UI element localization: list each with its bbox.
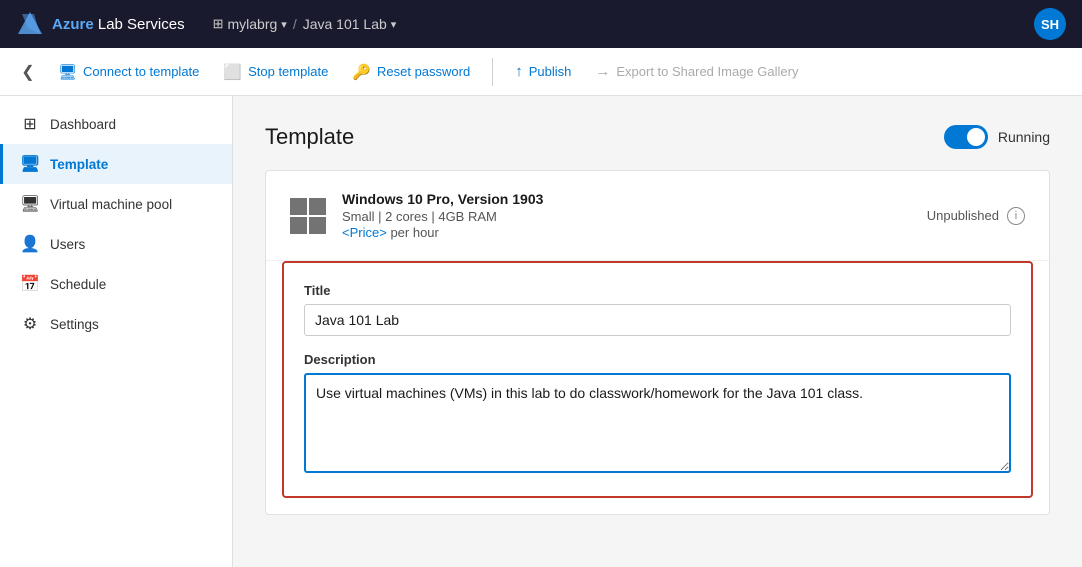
main-layout: ⊞ Dashboard 🖥 Template 🖥 Virtual machine… [0, 96, 1082, 567]
edit-form: Title Description [282, 261, 1033, 498]
toolbar: ❮ 🖥 Connect to template ⬜ Stop template … [0, 48, 1082, 96]
sidebar-collapse-button[interactable]: ❮ [12, 56, 44, 88]
stop-icon: ⬜ [223, 63, 242, 81]
vm-info-left: Windows 10 Pro, Version 1903 Small | 2 c… [290, 191, 543, 240]
breadcrumb-resource-group[interactable]: ⊞ mylabrg ▾ [213, 16, 287, 32]
chevron-down-icon: ▾ [281, 18, 287, 31]
description-textarea[interactable] [304, 373, 1011, 473]
vm-details: Windows 10 Pro, Version 1903 Small | 2 c… [342, 191, 543, 240]
azure-logo-icon [16, 10, 44, 38]
windows-logo-icon [290, 198, 326, 234]
running-status-label: Running [998, 129, 1050, 145]
toolbar-divider [492, 58, 493, 86]
stop-template-button[interactable]: ⬜ Stop template [213, 57, 338, 87]
status-info-icon[interactable]: i [1007, 207, 1025, 225]
sidebar-item-template[interactable]: 🖥 Template [0, 144, 232, 184]
export-icon: → [595, 63, 610, 80]
user-avatar[interactable]: SH [1034, 8, 1066, 40]
breadcrumb-lab[interactable]: Java 101 Lab ▾ [303, 16, 397, 32]
running-toggle-group: Running [944, 125, 1050, 149]
vm-status: Unpublished i [927, 207, 1025, 225]
main-content: Template Running Windows 10 Pro, Version… [233, 96, 1082, 567]
vm-info-row: Windows 10 Pro, Version 1903 Small | 2 c… [266, 171, 1049, 261]
description-form-group: Description [304, 352, 1011, 476]
unpublished-label: Unpublished [927, 208, 999, 223]
schedule-icon: 📅 [20, 274, 40, 294]
users-icon: 👤 [20, 234, 40, 254]
page-title: Template [265, 124, 354, 150]
brand-name: Azure Lab Services [52, 16, 185, 33]
publish-button[interactable]: ↑ Publish [505, 57, 581, 86]
upload-icon: ↑ [515, 63, 523, 80]
vm-spec: Small | 2 cores | 4GB RAM [342, 209, 543, 224]
sidebar: ⊞ Dashboard 🖥 Template 🖥 Virtual machine… [0, 96, 233, 567]
reset-password-button[interactable]: 🔑 Reset password [342, 57, 480, 87]
title-input[interactable] [304, 304, 1011, 336]
breadcrumb: ⊞ mylabrg ▾ / Java 101 Lab ▾ [213, 16, 397, 32]
dashboard-icon: ⊞ [20, 114, 40, 134]
sidebar-item-vm-pool[interactable]: 🖥 Virtual machine pool [0, 184, 232, 224]
page-header: Template Running [265, 124, 1050, 150]
vm-price: <Price> per hour [342, 225, 543, 240]
monitor-icon: 🖥 [58, 63, 77, 81]
template-icon: 🖥 [20, 154, 40, 174]
connect-to-template-button[interactable]: 🖥 Connect to template [48, 57, 209, 87]
app-logo: Azure Lab Services [16, 10, 185, 38]
sidebar-item-users[interactable]: 👤 Users [0, 224, 232, 264]
breadcrumb-separator: / [293, 16, 297, 32]
template-card: Windows 10 Pro, Version 1903 Small | 2 c… [265, 170, 1050, 515]
running-toggle[interactable] [944, 125, 988, 149]
vm-pool-icon: 🖥 [20, 194, 40, 214]
sidebar-item-settings[interactable]: ⚙ Settings [0, 304, 232, 344]
sidebar-item-dashboard[interactable]: ⊞ Dashboard [0, 104, 232, 144]
chevron-down-icon-lab: ▾ [391, 18, 397, 31]
export-to-gallery-button[interactable]: → Export to Shared Image Gallery [585, 57, 808, 86]
title-label: Title [304, 283, 1011, 298]
title-form-group: Title [304, 283, 1011, 336]
top-nav: Azure Lab Services ⊞ mylabrg ▾ / Java 10… [0, 0, 1082, 48]
key-icon: 🔑 [352, 63, 371, 81]
vm-name: Windows 10 Pro, Version 1903 [342, 191, 543, 207]
description-label: Description [304, 352, 1011, 367]
settings-icon: ⚙ [20, 314, 40, 334]
sidebar-item-schedule[interactable]: 📅 Schedule [0, 264, 232, 304]
